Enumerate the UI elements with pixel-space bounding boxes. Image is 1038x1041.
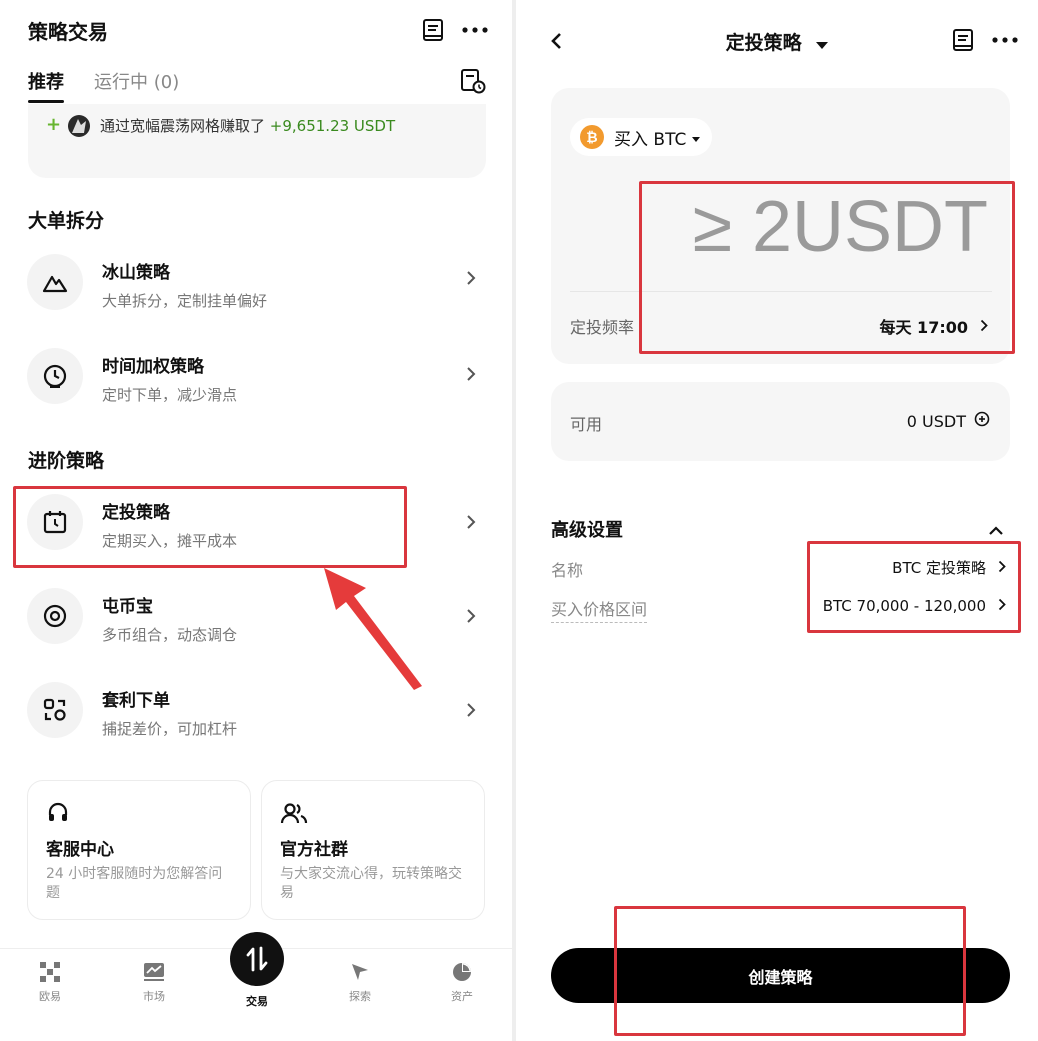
headset-icon — [46, 801, 70, 825]
section-title-order-split: 大单拆分 — [28, 210, 105, 232]
strategy-item-arbitrage[interactable]: 套利下单 捕捉差价，可加杠杆 — [0, 672, 512, 752]
service-card-community[interactable]: 官方社群 与大家交流心得，玩转策略交易 — [261, 780, 485, 920]
more-icon[interactable] — [992, 37, 1018, 43]
highlight-box-advanced — [807, 541, 1021, 633]
nav-item-home[interactable]: 欧易 — [20, 962, 80, 1004]
asset-selector-label: 买入 BTC — [614, 129, 687, 150]
strategy-item-coin-basket[interactable]: 屯币宝 多币组合，动态调仓 — [0, 578, 512, 658]
mountain-icon — [27, 254, 83, 310]
clock-icon — [27, 348, 83, 404]
caret-down-icon — [692, 128, 701, 147]
chevron-right-icon — [466, 366, 476, 387]
item-title: 套利下单 — [102, 691, 170, 711]
add-circle-icon — [974, 411, 990, 431]
chart-icon — [124, 962, 184, 982]
item-title: 时间加权策略 — [102, 357, 204, 377]
service-card-desc: 24 小时客服随时为您解答问题 — [46, 866, 223, 901]
advanced-settings-title[interactable]: 高级设置 — [551, 516, 623, 542]
item-title: 冰山策略 — [102, 263, 170, 283]
strategy-trading-screen: 策略交易 推荐 运行中 (0) + 通过宽幅震荡网格赚取了 +9,651.23 … — [0, 0, 512, 1041]
page-title-text: 定投策略 — [725, 32, 802, 54]
highlight-box-dca — [13, 486, 407, 568]
service-card-title: 客服中心 — [46, 840, 114, 860]
item-desc: 大单拆分，定制挂单偏好 — [102, 292, 268, 310]
frequency-label: 定投频率 — [570, 318, 635, 337]
promo-amount: +9,651.23 USDT — [269, 117, 396, 135]
available-label: 可用 — [570, 415, 603, 434]
caret-down-icon — [816, 33, 829, 55]
coin-circle-icon — [27, 588, 83, 644]
nav-label-trade: 交易 — [246, 995, 268, 1008]
item-desc: 捕捉差价，可加杠杆 — [102, 720, 238, 738]
item-title: 屯币宝 — [102, 597, 153, 617]
service-card-support[interactable]: 客服中心 24 小时客服随时为您解答问题 — [27, 780, 251, 920]
nav-label: 欧易 — [39, 990, 61, 1003]
chevron-right-icon — [466, 702, 476, 723]
strategy-item-twap[interactable]: 时间加权策略 定时下单，减少滑点 — [0, 338, 512, 418]
name-label: 名称 — [551, 561, 584, 580]
pie-icon — [432, 962, 492, 982]
chevron-right-icon — [466, 270, 476, 291]
page-title: 策略交易 — [28, 20, 108, 44]
tab-active-indicator — [28, 100, 64, 103]
nav-label: 资产 — [451, 990, 473, 1003]
chevron-right-icon — [466, 514, 476, 535]
compass-icon — [330, 962, 390, 982]
promo-text: 通过宽幅震荡网格赚取了 +9,651.23 USDT — [100, 115, 395, 136]
orders-doc-icon[interactable] — [952, 28, 974, 52]
history-doc-icon[interactable] — [460, 68, 486, 94]
available-value: 0 USDT — [906, 411, 966, 431]
orders-doc-icon[interactable] — [422, 18, 444, 42]
strategy-item-iceberg[interactable]: 冰山策略 大单拆分，定制挂单偏好 — [0, 244, 512, 324]
dca-strategy-screen: 定投策略 ₿ 买入 BTC ≥ 2USDT 定投频率 每天 17:00 可用 0… — [516, 0, 1038, 1041]
okx-logo-icon — [20, 962, 80, 982]
community-icon — [280, 801, 308, 825]
item-desc: 多币组合，动态调仓 — [102, 626, 238, 644]
trade-swap-icon — [245, 946, 269, 976]
more-icon[interactable] — [462, 27, 488, 33]
annotation-arrow — [318, 566, 428, 696]
nav-label: 探索 — [349, 990, 371, 1003]
price-range-label[interactable]: 买入价格区间 — [551, 596, 648, 623]
available-balance[interactable]: 0 USDT — [907, 411, 990, 431]
tab-recommended[interactable]: 推荐 — [28, 68, 64, 94]
section-title-advanced: 进阶策略 — [28, 450, 105, 472]
service-card-desc: 与大家交流心得，玩转策略交易 — [280, 866, 462, 901]
avatar — [68, 115, 90, 137]
highlight-box-create — [614, 906, 966, 1036]
nav-item-trade[interactable] — [230, 932, 284, 986]
tab-running[interactable]: 运行中 (0) — [94, 68, 179, 94]
nav-label: 市场 — [143, 990, 165, 1003]
nav-item-explore[interactable]: 探索 — [330, 962, 390, 1004]
item-desc: 定时下单，减少滑点 — [102, 386, 238, 404]
asset-selector[interactable]: ₿ 买入 BTC — [570, 118, 713, 156]
nav-item-assets[interactable]: 资产 — [432, 962, 492, 1004]
btc-coin-icon: ₿ — [580, 125, 604, 149]
sparkle-icon: + — [46, 114, 62, 135]
nav-item-market[interactable]: 市场 — [124, 962, 184, 1004]
chevron-up-icon[interactable] — [988, 521, 1004, 540]
promo-prefix: 通过宽幅震荡网格赚取了 — [100, 117, 266, 135]
service-card-title: 官方社群 — [280, 840, 348, 860]
highlight-box-amount — [639, 181, 1015, 354]
arbitrage-icon — [27, 682, 83, 738]
chevron-right-icon — [466, 608, 476, 629]
